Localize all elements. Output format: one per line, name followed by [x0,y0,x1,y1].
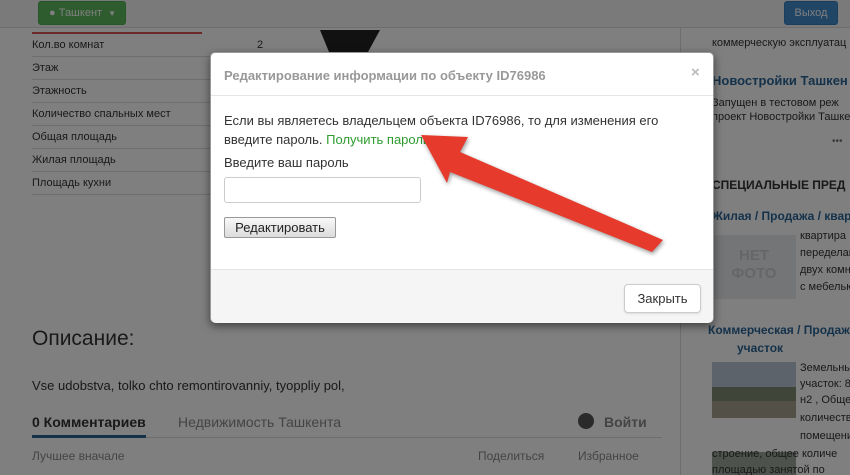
password-input[interactable] [224,177,421,203]
modal-title: Редактирование информации по объекту ID7… [224,68,546,83]
modal-footer: Закрыть [211,269,713,323]
edit-button[interactable]: Редактировать [224,217,336,238]
owner-instruction-text: Если вы являетесь владельцем объекта ID7… [224,113,659,147]
password-label: Введите ваш пароль [224,155,349,170]
modal-header: Редактирование информации по объекту ID7… [211,53,713,96]
get-password-link[interactable]: Получить пароль [326,132,430,147]
close-button[interactable]: Закрыть [624,284,701,313]
modal-body-text: Если вы являетесь владельцем объекта ID7… [224,111,702,149]
close-icon[interactable]: × [691,64,700,81]
edit-info-modal: Редактирование информации по объекту ID7… [210,52,714,323]
